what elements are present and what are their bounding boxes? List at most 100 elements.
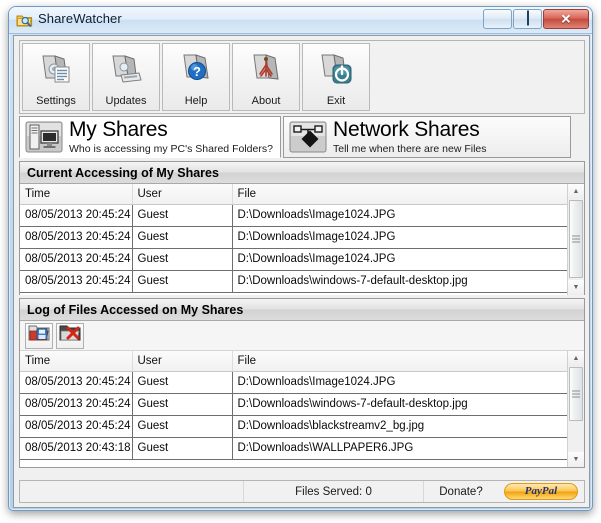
- cell-file: D:\Downloads\Image1024.JPG: [232, 248, 584, 271]
- toolbar-button-label: About: [251, 95, 281, 107]
- maximize-button[interactable]: [513, 9, 542, 29]
- cell-user: Guest: [132, 437, 233, 460]
- table-row[interactable]: 08/05/2013 20:45:24 Guest D:\Downloads\w…: [20, 270, 584, 293]
- minimize-button[interactable]: [483, 9, 512, 29]
- column-header-user[interactable]: User: [132, 184, 233, 205]
- cell-user: Guest: [132, 371, 233, 394]
- svg-text:?: ?: [193, 64, 201, 79]
- vertical-scrollbar[interactable]: ▲ ▼: [567, 351, 584, 467]
- section-heading: Current Accessing of My Shares: [20, 162, 584, 184]
- cell-file: D:\Downloads\blackstreamv2_bg.jpg: [232, 415, 584, 438]
- cell-file: D:\Downloads\WALLPAPER6.JPG: [232, 437, 584, 460]
- log-toolbar: [20, 321, 584, 351]
- table-row[interactable]: 08/05/2013 20:45:24 Guest D:\Downloads\w…: [20, 393, 584, 416]
- cell-time: 08/05/2013 20:45:24: [20, 226, 133, 249]
- table-row[interactable]: 08/05/2013 20:45:24 Guest D:\Downloads\I…: [20, 204, 584, 227]
- title-bar: ShareWatcher ✕: [9, 7, 592, 34]
- window-controls: ✕: [483, 9, 589, 29]
- grid-table: Time User File 08/05/2013 20:45:24 Guest…: [20, 184, 584, 293]
- cell-user: Guest: [132, 393, 233, 416]
- cell-user: Guest: [132, 415, 233, 438]
- folder-power-icon: [318, 44, 354, 94]
- client-area: Settings Updates ? Help About Exit My Sh…: [13, 35, 590, 508]
- table-row[interactable]: 08/05/2013 20:45:24 Guest D:\Downloads\I…: [20, 226, 584, 249]
- toolbar-button-exit[interactable]: Exit: [302, 43, 370, 111]
- tab-subtitle: Tell me when there are new Files: [333, 142, 487, 155]
- cell-file: D:\Downloads\Image1024.JPG: [232, 204, 584, 227]
- toolbar-button-settings[interactable]: Settings: [22, 43, 90, 111]
- section-heading: Log of Files Accessed on My Shares: [20, 299, 584, 321]
- cell-file: D:\Downloads\windows-7-default-desktop.j…: [232, 393, 584, 416]
- scrollbar-thumb[interactable]: [569, 200, 583, 278]
- table-row[interactable]: 08/05/2013 20:45:24 Guest D:\Downloads\I…: [20, 248, 584, 271]
- main-toolbar: Settings Updates ? Help About Exit: [19, 40, 585, 114]
- scroll-down-icon[interactable]: ▼: [568, 452, 584, 467]
- folder-about-icon: [248, 44, 284, 94]
- cell-user: Guest: [132, 226, 233, 249]
- folder-settings-icon: [38, 44, 74, 94]
- status-bar: Files Served: 0 Donate? PayPal: [19, 480, 585, 503]
- table-row[interactable]: 08/05/2013 20:43:18 Guest D:\Downloads\W…: [20, 437, 584, 460]
- scrollbar-thumb[interactable]: [569, 367, 583, 421]
- cell-time: 08/05/2013 20:45:24: [20, 393, 133, 416]
- cell-user: Guest: [132, 270, 233, 293]
- toolbar-button-label: Settings: [36, 95, 76, 107]
- close-button[interactable]: ✕: [543, 9, 589, 29]
- toolbar-button-label: Exit: [326, 95, 346, 107]
- window-title: ShareWatcher: [38, 11, 122, 26]
- toolbar-button-about[interactable]: About: [232, 43, 300, 111]
- tab-title: Network Shares: [333, 117, 480, 141]
- section-log-of-files: Log of Files Accessed on My Shares Time …: [19, 298, 585, 468]
- cell-file: D:\Downloads\windows-7-default-desktop.j…: [232, 270, 584, 293]
- paypal-logo: PayPal: [524, 485, 558, 497]
- table-row[interactable]: 08/05/2013 20:45:24 Guest D:\Downloads\b…: [20, 415, 584, 438]
- server-monitor-icon: [24, 121, 64, 153]
- cell-user: Guest: [132, 248, 233, 271]
- column-header-time[interactable]: Time: [20, 184, 133, 205]
- folder-help-icon: ?: [178, 44, 214, 94]
- clear-log-button[interactable]: [56, 322, 84, 349]
- column-header-time[interactable]: Time: [20, 351, 133, 372]
- tab-title: My Shares: [69, 117, 168, 141]
- table-row[interactable]: 08/05/2013 20:45:24 Guest D:\Downloads\I…: [20, 371, 584, 394]
- toolbar-button-updates[interactable]: Updates: [92, 43, 160, 111]
- toolbar-button-help[interactable]: ? Help: [162, 43, 230, 111]
- vertical-scrollbar[interactable]: ▲ ▼: [567, 184, 584, 295]
- table-header-row: Time User File: [20, 351, 584, 372]
- folder-delete-icon: [59, 323, 81, 348]
- desktop-background: ShareWatcher ✕ Settings Updates ? Help A…: [0, 0, 601, 523]
- save-log-button[interactable]: [25, 322, 53, 349]
- cell-file: D:\Downloads\Image1024.JPG: [232, 371, 584, 394]
- tab-my-shares[interactable]: My Shares Who is accessing my PC's Share…: [19, 116, 281, 158]
- cell-time: 08/05/2013 20:43:18: [20, 437, 133, 460]
- cell-time: 08/05/2013 20:45:24: [20, 204, 133, 227]
- table-header-row: Time User File: [20, 184, 584, 205]
- scroll-down-icon[interactable]: ▼: [568, 280, 584, 295]
- files-served-status: Files Served: 0: [243, 481, 423, 502]
- folder-update-icon: [108, 44, 144, 94]
- status-empty-segment: [20, 481, 243, 502]
- donate-label: Donate?: [423, 481, 498, 502]
- section-current-accessing: Current Accessing of My Shares Time User…: [19, 161, 585, 295]
- cell-user: Guest: [132, 204, 233, 227]
- cell-time: 08/05/2013 20:45:24: [20, 371, 133, 394]
- network-tag-icon: [288, 121, 328, 153]
- column-header-user[interactable]: User: [132, 351, 233, 372]
- toolbar-button-label: Help: [184, 95, 208, 107]
- close-icon: ✕: [560, 11, 572, 27]
- log-files-grid: Time User File 08/05/2013 20:45:24 Guest…: [20, 351, 584, 467]
- current-accessing-grid: Time User File 08/05/2013 20:45:24 Guest…: [20, 184, 584, 295]
- cell-time: 08/05/2013 20:45:24: [20, 248, 133, 271]
- paypal-donate-button[interactable]: PayPal: [498, 481, 584, 502]
- column-header-file[interactable]: File: [232, 351, 584, 372]
- grid-table: Time User File 08/05/2013 20:45:24 Guest…: [20, 351, 584, 460]
- tab-subtitle: Who is accessing my PC's Shared Folders?: [69, 142, 273, 155]
- scroll-up-icon[interactable]: ▲: [568, 351, 584, 366]
- application-window: ShareWatcher ✕ Settings Updates ? Help A…: [8, 6, 593, 511]
- tab-network-shares[interactable]: Network Shares Tell me when there are ne…: [283, 116, 571, 158]
- cell-file: D:\Downloads\Image1024.JPG: [232, 226, 584, 249]
- cell-time: 08/05/2013 20:45:24: [20, 270, 133, 293]
- column-header-file[interactable]: File: [232, 184, 584, 205]
- folder-magnifier-icon: [16, 12, 33, 29]
- scroll-up-icon[interactable]: ▲: [568, 184, 584, 199]
